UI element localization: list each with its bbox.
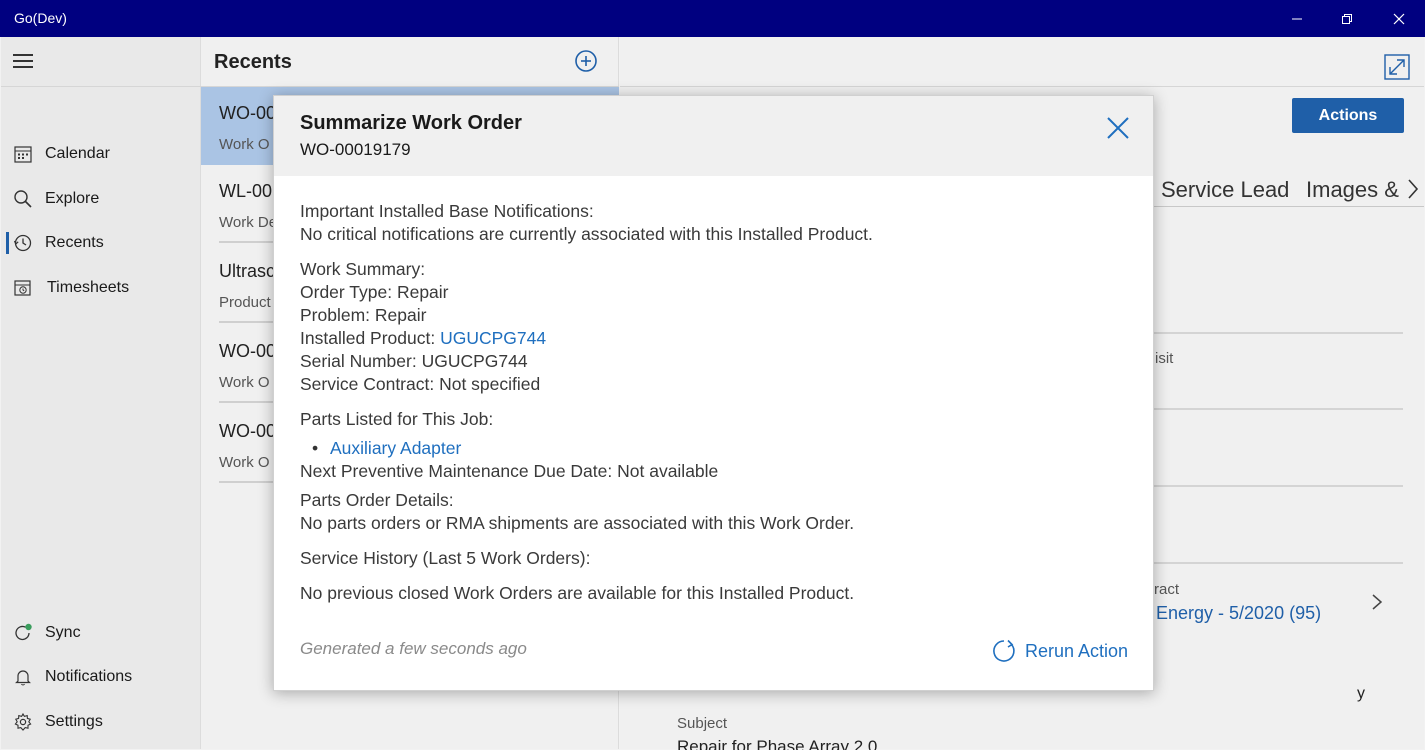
generated-timestamp: Generated a few seconds ago	[300, 639, 527, 658]
restore-button[interactable]	[1322, 0, 1372, 37]
section-heading: Parts Order Details:	[300, 490, 454, 510]
list-item: • Auxiliary Adapter	[300, 437, 1140, 460]
list-item-title: WO-00	[219, 421, 277, 441]
tab-images[interactable]: Images &	[1306, 177, 1399, 203]
list-item-title: WL-00	[219, 181, 273, 201]
section-text: No critical notifications are currently …	[300, 224, 873, 244]
installed-product-link[interactable]: UGUCPG744	[440, 328, 546, 348]
window-title: Go(Dev)	[14, 10, 67, 26]
bell-icon	[15, 670, 31, 686]
section-heading: Parts Listed for This Job:	[300, 409, 494, 429]
service-contract: Service Contract: Not specified	[300, 374, 541, 394]
list-item-subtitle: Work O	[219, 454, 270, 471]
expand-icon[interactable]	[1384, 54, 1410, 80]
contract-link[interactable]: Energy - 5/2020 (95)	[1156, 603, 1321, 624]
divider	[1153, 485, 1403, 487]
sidebar-item-label: Sync	[45, 624, 81, 641]
close-icon[interactable]	[1105, 115, 1131, 141]
field-label: isit	[1155, 350, 1174, 367]
divider	[1153, 206, 1424, 207]
section-heading: y	[1357, 685, 1365, 702]
installed-product-row: Installed Product: UGUCPG744	[300, 327, 1140, 350]
sidebar-item-settings[interactable]: Settings	[1, 702, 201, 742]
sidebar-item-explore[interactable]: Explore	[1, 179, 201, 219]
section-heading: Important Installed Base Notifications:	[300, 201, 594, 221]
gear-icon	[14, 712, 32, 731]
sidebar-item-label: Settings	[45, 713, 103, 730]
field-label: ract	[1154, 581, 1180, 598]
divider	[1153, 408, 1403, 410]
installed-product-label: Installed Product:	[300, 328, 441, 348]
divider	[1, 86, 201, 87]
list-item-title: Ultrasc	[219, 261, 276, 281]
title-bar: Go(Dev)	[0, 0, 1425, 37]
sidebar-item-timesheets[interactable]: Timesheets	[1, 268, 201, 308]
sidebar-item-sync[interactable]: Sync	[1, 613, 201, 653]
chevron-right-icon[interactable]	[1406, 178, 1420, 200]
section-heading: Service History (Last 5 Work Orders):	[300, 548, 591, 568]
timesheet-icon	[14, 280, 31, 296]
section-text: No parts orders or RMA shipments are ass…	[300, 513, 855, 533]
list-item-title: WO-00	[219, 341, 277, 361]
restore-icon	[1342, 13, 1352, 24]
list-item-subtitle: Product	[219, 294, 271, 311]
parts-section: Parts Listed for This Job: • Auxiliary Ad…	[300, 408, 1140, 483]
notifications-section: Important Installed Base Notifications: …	[300, 200, 1140, 246]
minimize-button[interactable]	[1272, 0, 1322, 37]
parts-order-section: Parts Order Details: No parts orders or …	[300, 489, 1140, 535]
sidebar-item-label: Notifications	[45, 668, 133, 685]
sidebar-item-label: Timesheets	[47, 279, 130, 296]
field-label: Subject	[677, 715, 728, 732]
section-heading: Work Summary:	[300, 259, 426, 279]
problem: Problem: Repair	[300, 305, 427, 325]
field-value: Repair for Phase Array 2.0	[677, 737, 878, 750]
section-text: No previous closed Work Orders are avail…	[300, 583, 855, 603]
dialog-body: Important Installed Base Notifications: …	[300, 200, 1140, 608]
bullet-icon: •	[312, 438, 319, 458]
divider	[1153, 332, 1403, 334]
sidebar: Calendar Explore Recents Timesheets Sync…	[1, 37, 201, 749]
search-icon	[14, 190, 32, 208]
service-history-section: Service History (Last 5 Work Orders): No…	[300, 547, 1140, 605]
dialog-title: Summarize Work Order	[300, 112, 522, 134]
sidebar-item-calendar[interactable]: Calendar	[1, 134, 201, 174]
list-item-title: WO-00	[219, 103, 277, 123]
close-icon	[1393, 13, 1405, 24]
serial-number: Serial Number: UGUCPG744	[300, 351, 528, 371]
order-type: Order Type: Repair	[300, 282, 449, 302]
recents-title: Recents	[214, 51, 292, 73]
sidebar-item-label: Calendar	[45, 145, 110, 162]
add-circle-icon[interactable]	[574, 49, 598, 73]
dialog-header: Summarize Work Order WO-00019179	[274, 96, 1153, 176]
chevron-right-icon[interactable]	[1371, 593, 1383, 611]
close-window-button[interactable]	[1374, 0, 1424, 37]
tab-service-lead[interactable]: Service Lead	[1161, 177, 1289, 203]
minimize-icon	[1292, 18, 1302, 19]
actions-button[interactable]: Actions	[1292, 98, 1404, 133]
calendar-icon	[14, 146, 32, 163]
divider	[620, 86, 1424, 87]
list-item-subtitle: Work De	[219, 214, 278, 231]
list-item-subtitle: Work O	[219, 136, 270, 153]
dialog-subtitle: WO-00019179	[300, 140, 411, 159]
list-item-subtitle: Work O	[219, 374, 270, 391]
summarize-dialog: Summarize Work Order WO-00019179 Importa…	[273, 95, 1154, 691]
work-summary-section: Work Summary: Order Type: Repair Problem…	[300, 258, 1140, 396]
hamburger-menu-icon[interactable]	[13, 54, 35, 70]
sidebar-item-label: Recents	[45, 234, 104, 251]
sync-icon	[15, 623, 32, 641]
divider	[1153, 562, 1403, 564]
history-icon	[13, 234, 32, 252]
rerun-action-button[interactable]: Rerun Action	[991, 636, 1131, 666]
sidebar-item-notifications[interactable]: Notifications	[1, 657, 201, 697]
refresh-icon	[993, 639, 1015, 662]
rerun-action-label: Rerun Action	[1025, 640, 1129, 661]
sidebar-item-label: Explore	[45, 190, 100, 207]
sidebar-item-recents[interactable]: Recents	[1, 223, 201, 263]
recents-header: Recents	[201, 37, 619, 87]
next-pm-date: Next Preventive Maintenance Due Date: No…	[300, 461, 719, 481]
part-link[interactable]: Auxiliary Adapter	[330, 438, 461, 458]
